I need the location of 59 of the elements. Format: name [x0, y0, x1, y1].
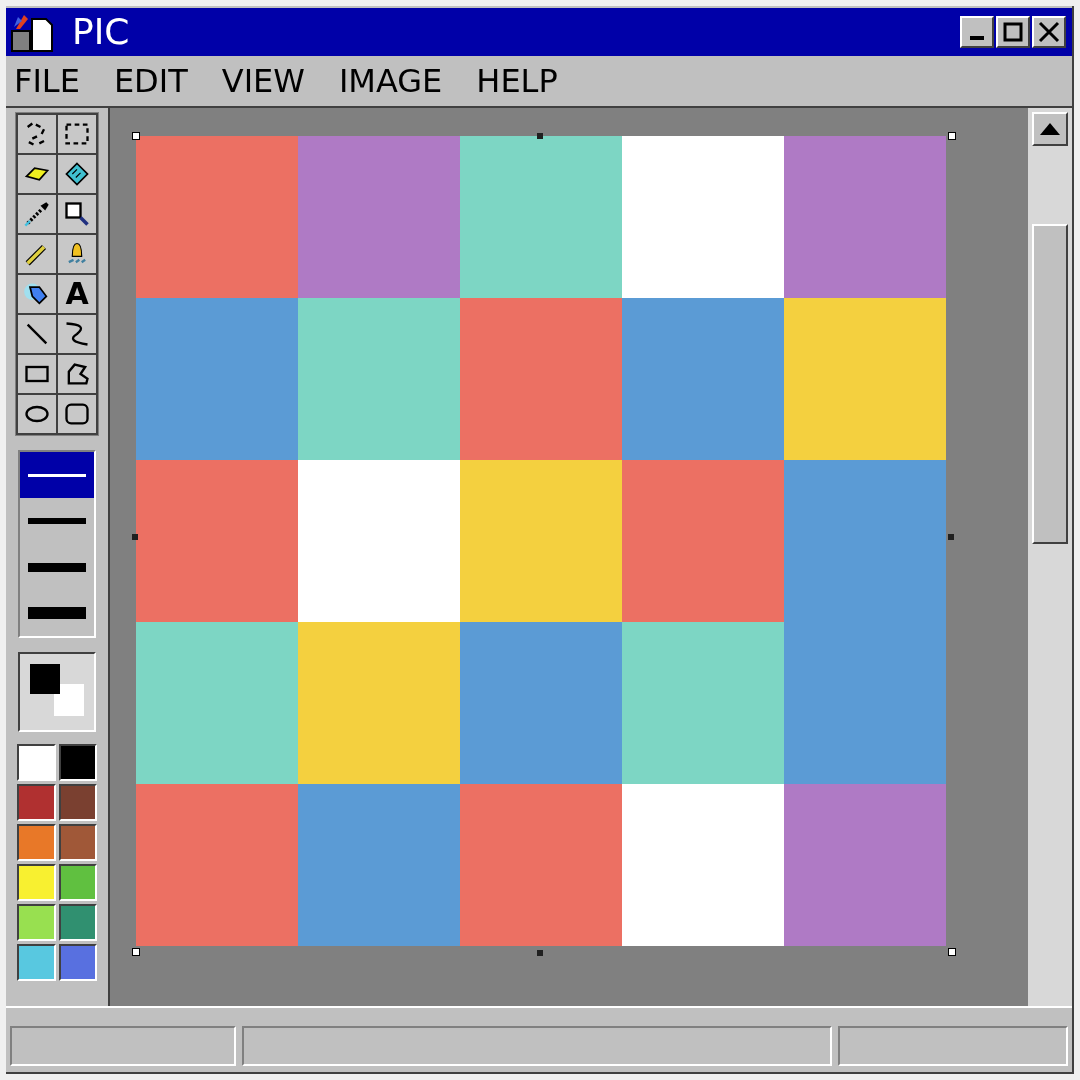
curve-tool-button[interactable]: [58, 315, 96, 353]
color-swatch[interactable]: [58, 864, 97, 901]
color-swatch[interactable]: [58, 824, 97, 861]
paint-bucket-icon: [63, 160, 91, 188]
minimize-icon: [970, 36, 984, 40]
resize-handle[interactable]: [132, 534, 138, 540]
menu-item[interactable]: VIEW: [221, 57, 305, 105]
pencil-tool-button[interactable]: [18, 235, 56, 273]
menu-item[interactable]: FILE: [14, 57, 80, 105]
color-swatch[interactable]: [58, 944, 97, 981]
resize-handle[interactable]: [537, 133, 543, 139]
color-swatch[interactable]: [58, 744, 97, 781]
close-button[interactable]: [1032, 16, 1066, 48]
color-swatch[interactable]: [17, 944, 56, 981]
maximize-button[interactable]: [996, 16, 1030, 48]
eraser-tool-button[interactable]: [18, 155, 56, 193]
window-title: PIC: [72, 14, 130, 50]
rect-select-tool-button[interactable]: [58, 115, 96, 153]
maximize-icon: [1003, 22, 1023, 42]
free-select-tool-button[interactable]: [18, 115, 56, 153]
color-swatch[interactable]: [17, 904, 56, 941]
up-arrow-icon: [1040, 123, 1060, 135]
color-swatch[interactable]: [17, 784, 56, 821]
text-tool-button[interactable]: A: [58, 275, 96, 313]
minimize-button[interactable]: [960, 16, 994, 48]
ellipse-tool-button[interactable]: [18, 395, 56, 433]
resize-handle[interactable]: [948, 132, 956, 140]
brush-tool-button[interactable]: [58, 235, 96, 273]
color-swatch[interactable]: [58, 904, 97, 941]
color-swatch[interactable]: [17, 824, 56, 861]
paint-bucket-tool-button[interactable]: [58, 155, 96, 193]
scroll-up-button[interactable]: [1032, 112, 1068, 146]
resize-handle[interactable]: [132, 132, 140, 140]
menu-item[interactable]: HELP: [476, 57, 558, 105]
foreground-color-swatch[interactable]: [30, 664, 60, 694]
eyedropper-icon: [23, 200, 51, 228]
rectangle-tool-button[interactable]: [18, 355, 56, 393]
menu-item[interactable]: EDIT: [113, 57, 188, 105]
polygon-tool-button[interactable]: [58, 355, 96, 393]
vertical-scrollbar[interactable]: [1028, 108, 1072, 1006]
scroll-thumb[interactable]: [1032, 224, 1068, 544]
line-width-option[interactable]: [20, 452, 94, 498]
resize-handle[interactable]: [537, 950, 543, 956]
color-swatch[interactable]: [17, 744, 56, 781]
menu-item[interactable]: IMAGE: [338, 57, 443, 105]
line-tool-button[interactable]: [18, 315, 56, 353]
resize-handle[interactable]: [948, 534, 954, 540]
airbrush-tool-button[interactable]: [18, 275, 56, 313]
rounded-rectangle-tool-button[interactable]: [58, 395, 96, 433]
close-icon: [1038, 21, 1060, 43]
background-color-swatch[interactable]: [54, 684, 84, 716]
curve-icon: [63, 320, 91, 348]
color-swatch[interactable]: [17, 864, 56, 901]
resize-handle[interactable]: [948, 948, 956, 956]
magnifier-tool-button[interactable]: [58, 195, 96, 233]
eyedropper-tool-button[interactable]: [18, 195, 56, 233]
magnifier-icon: [63, 200, 91, 228]
color-swatch[interactable]: [58, 784, 97, 821]
resize-handle[interactable]: [132, 948, 140, 956]
